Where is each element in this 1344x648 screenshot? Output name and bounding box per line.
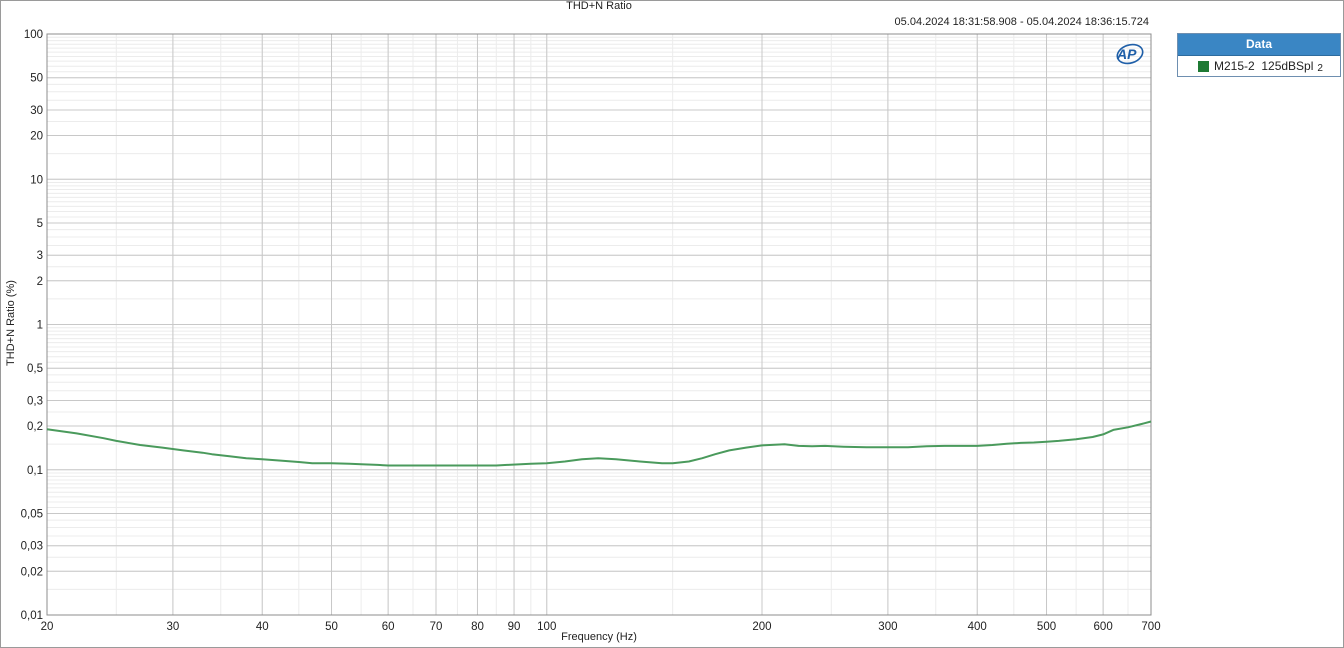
y-tick-label: 100: [24, 29, 43, 41]
legend-item[interactable]: M215-2 125dBSpl 2: [1178, 56, 1340, 76]
y-tick-label: 30: [30, 105, 43, 117]
y-tick-label: 20: [30, 131, 43, 143]
legend-swatch: [1198, 60, 1209, 72]
ap-logo-icon: AP: [1116, 43, 1144, 65]
y-tick-label: 50: [30, 73, 43, 85]
y-tick-label: 0,3: [27, 395, 43, 407]
y-axis-label: THD+N Ratio (%): [5, 280, 17, 366]
y-tick-label: 5: [37, 218, 43, 230]
y-tick-label: 0,1: [27, 465, 43, 477]
series-layer: [46, 420, 1152, 467]
series-line-0: [46, 420, 1152, 467]
legend-series-name: M215-2 125dBSpl: [1214, 59, 1314, 73]
y-tick-label: 0,5: [27, 363, 43, 375]
y-tick-label: 0,02: [21, 566, 43, 578]
y-tick-label: 1: [37, 320, 43, 332]
plot-area: 1005030201053210,50,30,20,10,050,030,020…: [21, 29, 1161, 633]
legend-series-suffix: 2: [1317, 62, 1323, 74]
legend: Data M215-2 125dBSpl 2: [1177, 33, 1341, 77]
y-tick-label: 0,05: [21, 508, 43, 520]
y-tick-label: 3: [37, 250, 43, 262]
legend-header: Data: [1178, 34, 1340, 56]
y-tick-label: 10: [30, 174, 43, 186]
y-tick-label: 0,03: [21, 541, 43, 553]
ap-logo-text: AP: [1116, 46, 1137, 62]
x-axis-label: Frequency (Hz): [561, 631, 637, 643]
y-tick-labels: 1005030201053210,50,30,20,10,050,030,020…: [21, 29, 43, 622]
y-tick-label: 2: [37, 276, 43, 288]
y-tick-label: 0,2: [27, 421, 43, 433]
